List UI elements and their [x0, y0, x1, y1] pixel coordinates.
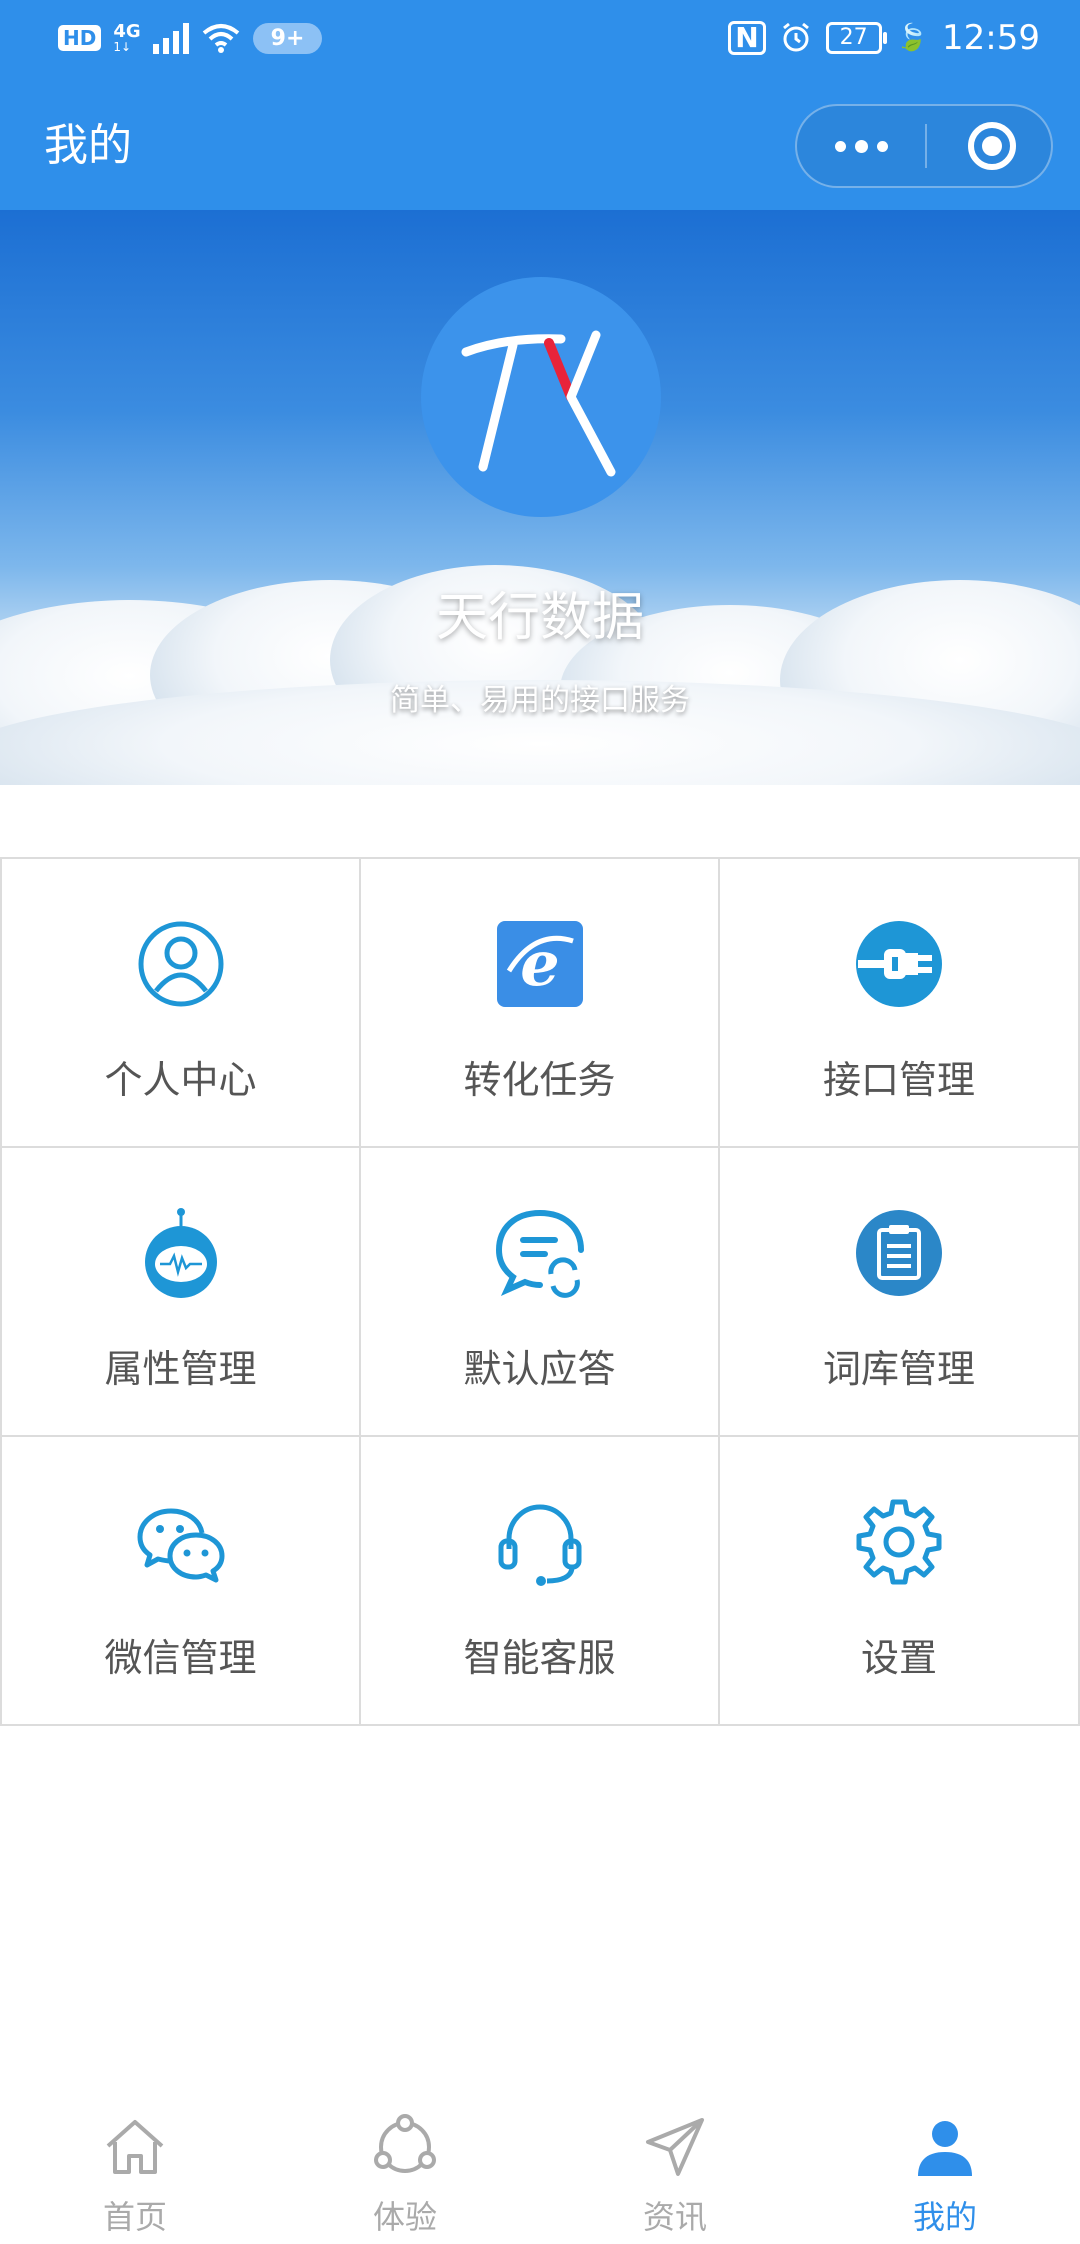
user-icon [138, 921, 223, 1007]
menu-row: 属性管理 默认应答 词库管理 [0, 1148, 1080, 1437]
menu-row: 个人中心 e 转化任务 接口管理 [0, 859, 1080, 1148]
ie-browser-icon: e [496, 921, 583, 1007]
tab-home[interactable]: 首页 [0, 2100, 270, 2244]
menu-item-label: 接口管理 [822, 1058, 975, 1102]
target-close-icon[interactable] [968, 122, 1016, 170]
chat-refresh-icon [495, 1210, 584, 1298]
menu-item-label: 词库管理 [822, 1347, 975, 1391]
tab-label: 体验 [372, 2198, 437, 2236]
menu-item-lexicon-management[interactable]: 词库管理 [718, 1148, 1080, 1435]
menu-grid: 个人中心 e 转化任务 接口管理 属性管理 默认应答 词库管理 微信管理 智能客… [0, 857, 1080, 1726]
tab-label: 我的 [912, 2198, 977, 2236]
tab-label: 资讯 [642, 2198, 707, 2236]
nfc-icon: N [728, 21, 766, 55]
menu-item-personal-center[interactable]: 个人中心 [0, 859, 359, 1146]
alarm-icon [782, 22, 809, 52]
menu-item-api-management[interactable]: 接口管理 [718, 859, 1080, 1146]
more-dots-icon[interactable] [797, 106, 925, 186]
clipboard-icon [856, 1210, 942, 1296]
network-sub: 1↓ [113, 40, 132, 54]
top-bar: HD 4G 1↓ 9+ N 27 🍃 12:59 我的 [0, 0, 1080, 210]
headset-icon [498, 1504, 581, 1586]
hd-indicator: HD [58, 25, 102, 51]
menu-item-label: 属性管理 [104, 1347, 257, 1391]
robot-icon [144, 1208, 217, 1298]
menu-item-settings[interactable]: 设置 [718, 1437, 1080, 1724]
gear-icon [856, 1499, 942, 1585]
wechat-icon [137, 1508, 224, 1583]
tab-experience[interactable]: 体验 [270, 2100, 540, 2244]
menu-item-label: 转化任务 [463, 1058, 616, 1102]
home-icon [106, 2120, 164, 2174]
paper-plane-icon [646, 2118, 704, 2176]
tab-bar: 首页 体验 资讯 我的 [0, 2100, 1080, 2244]
plug-icon [856, 921, 942, 1007]
brand-logo [421, 277, 661, 517]
menu-row: 微信管理 智能客服 设置 [0, 1437, 1080, 1726]
tab-label: 首页 [102, 2198, 167, 2236]
brand-title: 天行数据 [435, 588, 644, 648]
network-type: 4G [113, 21, 141, 42]
hero-banner: 天行数据 简单、易用的接口服务 [0, 210, 1080, 785]
signal-icon [152, 22, 189, 54]
menu-item-label: 默认应答 [463, 1347, 616, 1391]
brand-subtitle: 简单、易用的接口服务 [390, 683, 690, 718]
tab-news[interactable]: 资讯 [540, 2100, 810, 2244]
mini-program-capsule [795, 104, 1053, 188]
menu-item-label: 设置 [860, 1636, 937, 1680]
tab-mine[interactable]: 我的 [810, 2100, 1080, 2244]
menu-item-label: 个人中心 [104, 1058, 257, 1102]
leaf-icon: 🍃 [895, 23, 929, 53]
menu-item-conversion-task[interactable]: e 转化任务 [359, 859, 718, 1146]
menu-item-label: 智能客服 [463, 1636, 616, 1680]
clock: 12:59 [942, 18, 1040, 58]
page-title: 我的 [44, 120, 132, 171]
battery-icon: 27 [825, 22, 887, 54]
notification-badge: 9+ [252, 22, 323, 54]
menu-item-default-reply[interactable]: 默认应答 [359, 1148, 718, 1435]
capsule-divider [925, 124, 927, 168]
menu-item-smart-customer-service[interactable]: 智能客服 [359, 1437, 718, 1724]
wifi-icon [202, 24, 239, 53]
menu-item-attribute-management[interactable]: 属性管理 [0, 1148, 359, 1435]
network-indicator: 4G 1↓ [113, 21, 141, 54]
share-icon [374, 2114, 436, 2173]
menu-item-label: 微信管理 [104, 1636, 257, 1680]
menu-item-wechat-management[interactable]: 微信管理 [0, 1437, 359, 1724]
status-bar: HD 4G 1↓ 9+ N 27 🍃 12:59 [0, 0, 1080, 80]
person-icon [918, 2121, 972, 2176]
